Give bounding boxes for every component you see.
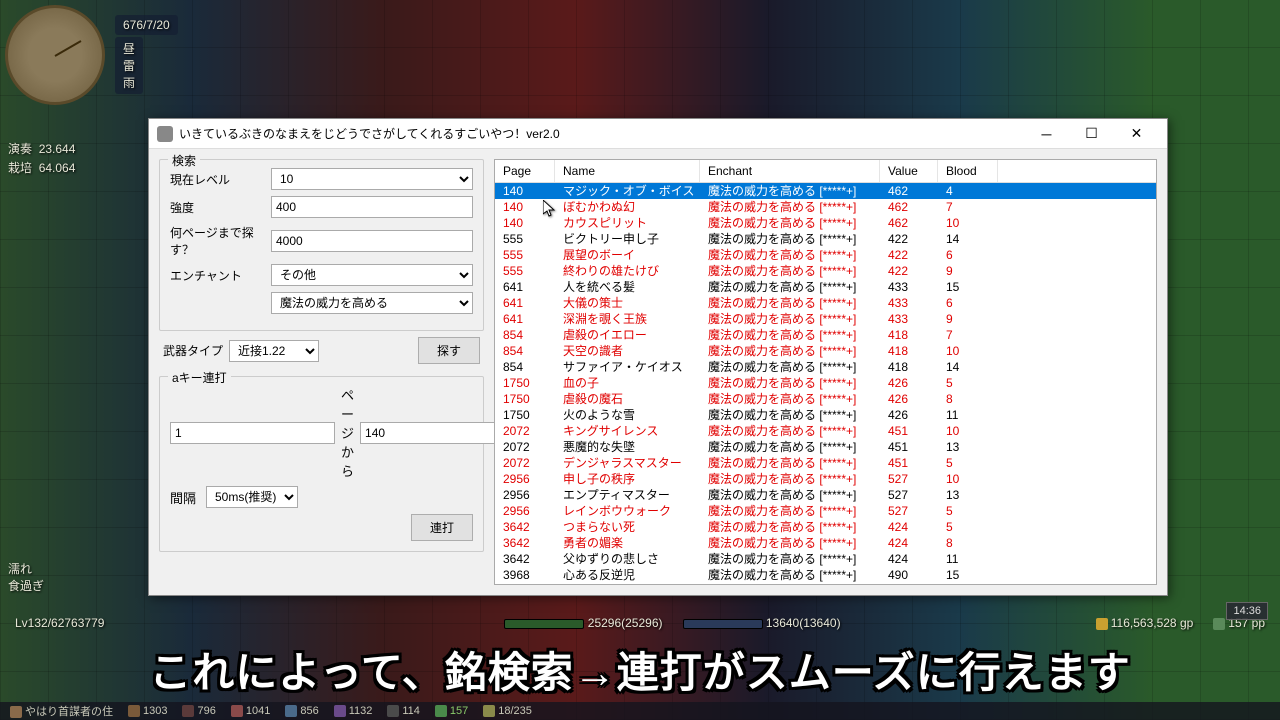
table-row[interactable]: 140ぼむかわぬ幻魔法の威力を高める [*****+]4627	[495, 199, 1156, 215]
pages-input[interactable]	[271, 230, 473, 252]
level-display: Lv132/62763779	[15, 616, 104, 630]
enchant-label: エンチャント	[170, 267, 265, 284]
hud-top: 676/7/20 昼 雷雨	[5, 5, 105, 105]
titlebar[interactable]: いきているぶきのなまえをじどうでさがしてくれるすごいやつ！ver2.0 ─ ☐ …	[149, 119, 1167, 149]
close-button[interactable]: ✕	[1114, 120, 1159, 148]
col-page[interactable]: Page	[495, 160, 555, 182]
search-legend: 検索	[168, 152, 200, 169]
clock-icon	[5, 5, 105, 105]
pp-icon	[1213, 618, 1225, 630]
app-icon	[157, 126, 173, 142]
table-row[interactable]: 2956レインボウウォーク魔法の威力を高める [*****+]5275	[495, 503, 1156, 519]
map-icon	[10, 706, 22, 718]
mp-bar	[683, 619, 763, 629]
enchant-select-2[interactable]: 魔法の威力を高める	[271, 292, 473, 314]
table-header: Page Name Enchant Value Blood	[495, 160, 1156, 183]
table-row[interactable]: 140マジック・オブ・ボイス魔法の威力を高める [*****+]4624	[495, 183, 1156, 199]
weather-display: 昼 雷雨	[115, 37, 143, 94]
col-name[interactable]: Name	[555, 160, 700, 182]
table-row[interactable]: 854サファイア・ケイオス魔法の威力を高める [*****+]41814	[495, 359, 1156, 375]
renda-button[interactable]: 連打	[411, 514, 473, 541]
enchant-select-1[interactable]: その他	[271, 264, 473, 286]
interval-label: 間隔	[170, 488, 200, 507]
table-row[interactable]: 641大儀の策士魔法の威力を高める [*****+]4336	[495, 295, 1156, 311]
maximize-button[interactable]: ☐	[1069, 120, 1114, 148]
col-enchant[interactable]: Enchant	[700, 160, 880, 182]
search-dialog: いきているぶきのなまえをじどうでさがしてくれるすごいやつ！ver2.0 ─ ☐ …	[148, 118, 1168, 596]
hud-bottom: Lv132/62763779 25296(25296) 13640(13640)…	[0, 608, 1280, 638]
renda-fieldset: aキー連打 ページから ページまで 間隔 50ms(推奨) 連打	[159, 376, 484, 552]
search-button[interactable]: 探す	[418, 337, 480, 364]
skill1-label: 演奏	[8, 142, 32, 156]
table-row[interactable]: 1750火のような雪魔法の威力を高める [*****+]42611	[495, 407, 1156, 423]
level-select[interactable]: 10	[271, 168, 473, 190]
table-row[interactable]: 555ビクトリー申し子魔法の威力を高める [*****+]42214	[495, 231, 1156, 247]
pages-label: 何ページまで探す？	[170, 224, 265, 258]
table-row[interactable]: 555終わりの雄たけび魔法の威力を高める [*****+]4229	[495, 263, 1156, 279]
table-row[interactable]: 641深淵を覗く王族魔法の威力を高める [*****+]4339	[495, 311, 1156, 327]
table-row[interactable]: 3642つまらない死魔法の威力を高める [*****+]4245	[495, 519, 1156, 535]
mp-value: 13640(13640)	[766, 616, 841, 630]
table-row[interactable]: 3642父ゆずりの悲しさ魔法の威力を高める [*****+]42411	[495, 551, 1156, 567]
hud-stats-bar: やはり首謀者の住 1303 796 1041 856 1132 114 157 …	[0, 702, 1280, 720]
table-row[interactable]: 2956申し子の秩序魔法の威力を高める [*****+]52710	[495, 471, 1156, 487]
time-badge: 14:36	[1226, 602, 1268, 620]
table-row[interactable]: 641人を統べる髪魔法の威力を高める [*****+]43315	[495, 279, 1156, 295]
interval-select[interactable]: 50ms(推奨)	[206, 486, 298, 508]
gold-icon	[1096, 618, 1108, 630]
status-wet: 濡れ	[8, 560, 44, 577]
table-row[interactable]: 1750血の子魔法の威力を高める [*****+]4265	[495, 375, 1156, 391]
table-row[interactable]: 854天空の識者魔法の威力を高める [*****+]41810	[495, 343, 1156, 359]
table-row[interactable]: 3642勇者の媚楽魔法の威力を高める [*****+]4248	[495, 535, 1156, 551]
minimize-button[interactable]: ─	[1024, 120, 1069, 148]
table-row[interactable]: 854虐殺のイエロー魔法の威力を高める [*****+]4187	[495, 327, 1156, 343]
subtitle-text: これによって、銘検索→連打がスムーズに行えます	[0, 639, 1280, 700]
strength-input[interactable]	[271, 196, 473, 218]
window-title: いきているぶきのなまえをじどうでさがしてくれるすごいやつ！ver2.0	[179, 125, 1024, 142]
table-row[interactable]: 1750虐殺の魔石魔法の威力を高める [*****+]4268	[495, 391, 1156, 407]
hp-bar	[504, 619, 584, 629]
table-row[interactable]: 2956エンプティマスター魔法の威力を高める [*****+]52713	[495, 487, 1156, 503]
weapon-label: 武器タイプ	[163, 342, 223, 359]
skill2-label: 栽培	[8, 161, 32, 175]
results-table: Page Name Enchant Value Blood 140マジック・オブ…	[494, 159, 1157, 585]
strength-label: 強度	[170, 199, 265, 216]
level-label: 現在レベル	[170, 171, 265, 188]
date-display: 676/7/20	[115, 15, 178, 35]
skill1-value: 23.644	[39, 142, 76, 156]
hud-status: 濡れ 食過ぎ	[8, 560, 44, 594]
table-row[interactable]: 2072悪魔的な失墜魔法の威力を高める [*****+]45113	[495, 439, 1156, 455]
gold-value: 116,563,528 gp	[1111, 616, 1194, 630]
table-row[interactable]: 555展望のボーイ魔法の威力を高める [*****+]4226	[495, 247, 1156, 263]
status-full: 食過ぎ	[8, 577, 44, 594]
hp-value: 25296(25296)	[588, 616, 663, 630]
hud-skills: 演奏 23.644 栽培 64.064	[8, 140, 75, 178]
table-body[interactable]: 140マジック・オブ・ボイス魔法の威力を高める [*****+]4624140ぼ…	[495, 183, 1156, 584]
renda-legend: aキー連打	[168, 369, 231, 386]
renda-from-label: ページから	[341, 385, 354, 480]
skill2-value: 64.064	[39, 161, 76, 175]
table-row[interactable]: 2072デンジャラスマスター魔法の威力を高める [*****+]4515	[495, 455, 1156, 471]
col-blood[interactable]: Blood	[938, 160, 998, 182]
search-fieldset: 検索 現在レベル 10 強度 何ページまで探す？ エンチャント その他	[159, 159, 484, 331]
table-row[interactable]: 2072キングサイレンス魔法の威力を高める [*****+]45110	[495, 423, 1156, 439]
table-row[interactable]: 140カウスピリット魔法の威力を高める [*****+]46210	[495, 215, 1156, 231]
renda-from-input[interactable]	[170, 422, 335, 444]
col-value[interactable]: Value	[880, 160, 938, 182]
table-row[interactable]: 3968心ある反逆児魔法の威力を高める [*****+]49015	[495, 567, 1156, 583]
weapon-select[interactable]: 近接1.22	[229, 340, 319, 362]
